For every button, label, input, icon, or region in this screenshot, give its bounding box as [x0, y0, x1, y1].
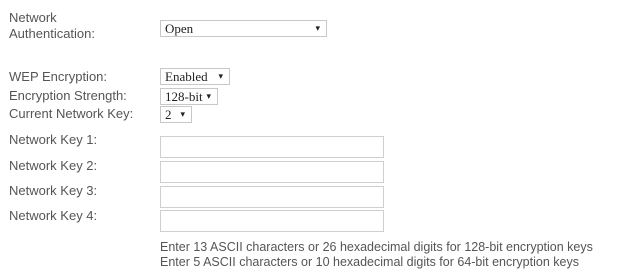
- current-network-key-label: Current Network Key:: [9, 106, 134, 121]
- chevron-down-icon: ▾: [180, 110, 185, 120]
- chevron-down-icon: ▾: [315, 24, 320, 34]
- chevron-down-icon: ▾: [218, 72, 223, 82]
- encryption-strength-value: 128-bit: [165, 89, 203, 104]
- hint-128-bit: Enter 13 ASCII characters or 26 hexadeci…: [160, 240, 593, 254]
- network-key-4-label: Network Key 4:: [9, 208, 98, 223]
- network-key-4-input[interactable]: [160, 210, 384, 232]
- network-key-2-input[interactable]: [160, 161, 384, 183]
- network-key-3-label: Network Key 3:: [9, 183, 98, 198]
- chevron-down-icon: ▾: [206, 92, 211, 102]
- network-key-1-label: Network Key 1:: [9, 132, 98, 147]
- wep-encryption-select[interactable]: Enabled ▾: [160, 68, 230, 85]
- network-key-3-input[interactable]: [160, 186, 384, 208]
- encryption-strength-select[interactable]: 128-bit ▾: [160, 88, 218, 105]
- network-authentication-value: Open: [165, 21, 194, 36]
- current-network-key-select[interactable]: 2 ▾: [160, 106, 192, 123]
- hint-64-bit: Enter 5 ASCII characters or 10 hexadecim…: [160, 255, 579, 269]
- network-key-1-input[interactable]: [160, 136, 384, 158]
- network-key-2-label: Network Key 2:: [9, 158, 98, 173]
- encryption-strength-label: Encryption Strength:: [9, 88, 127, 103]
- wep-encryption-label: WEP Encryption:: [9, 69, 108, 84]
- wep-encryption-value: Enabled: [165, 69, 208, 84]
- network-authentication-label: Network Authentication:: [9, 10, 96, 41]
- network-authentication-select[interactable]: Open ▾: [160, 20, 327, 37]
- current-network-key-value: 2: [165, 107, 172, 122]
